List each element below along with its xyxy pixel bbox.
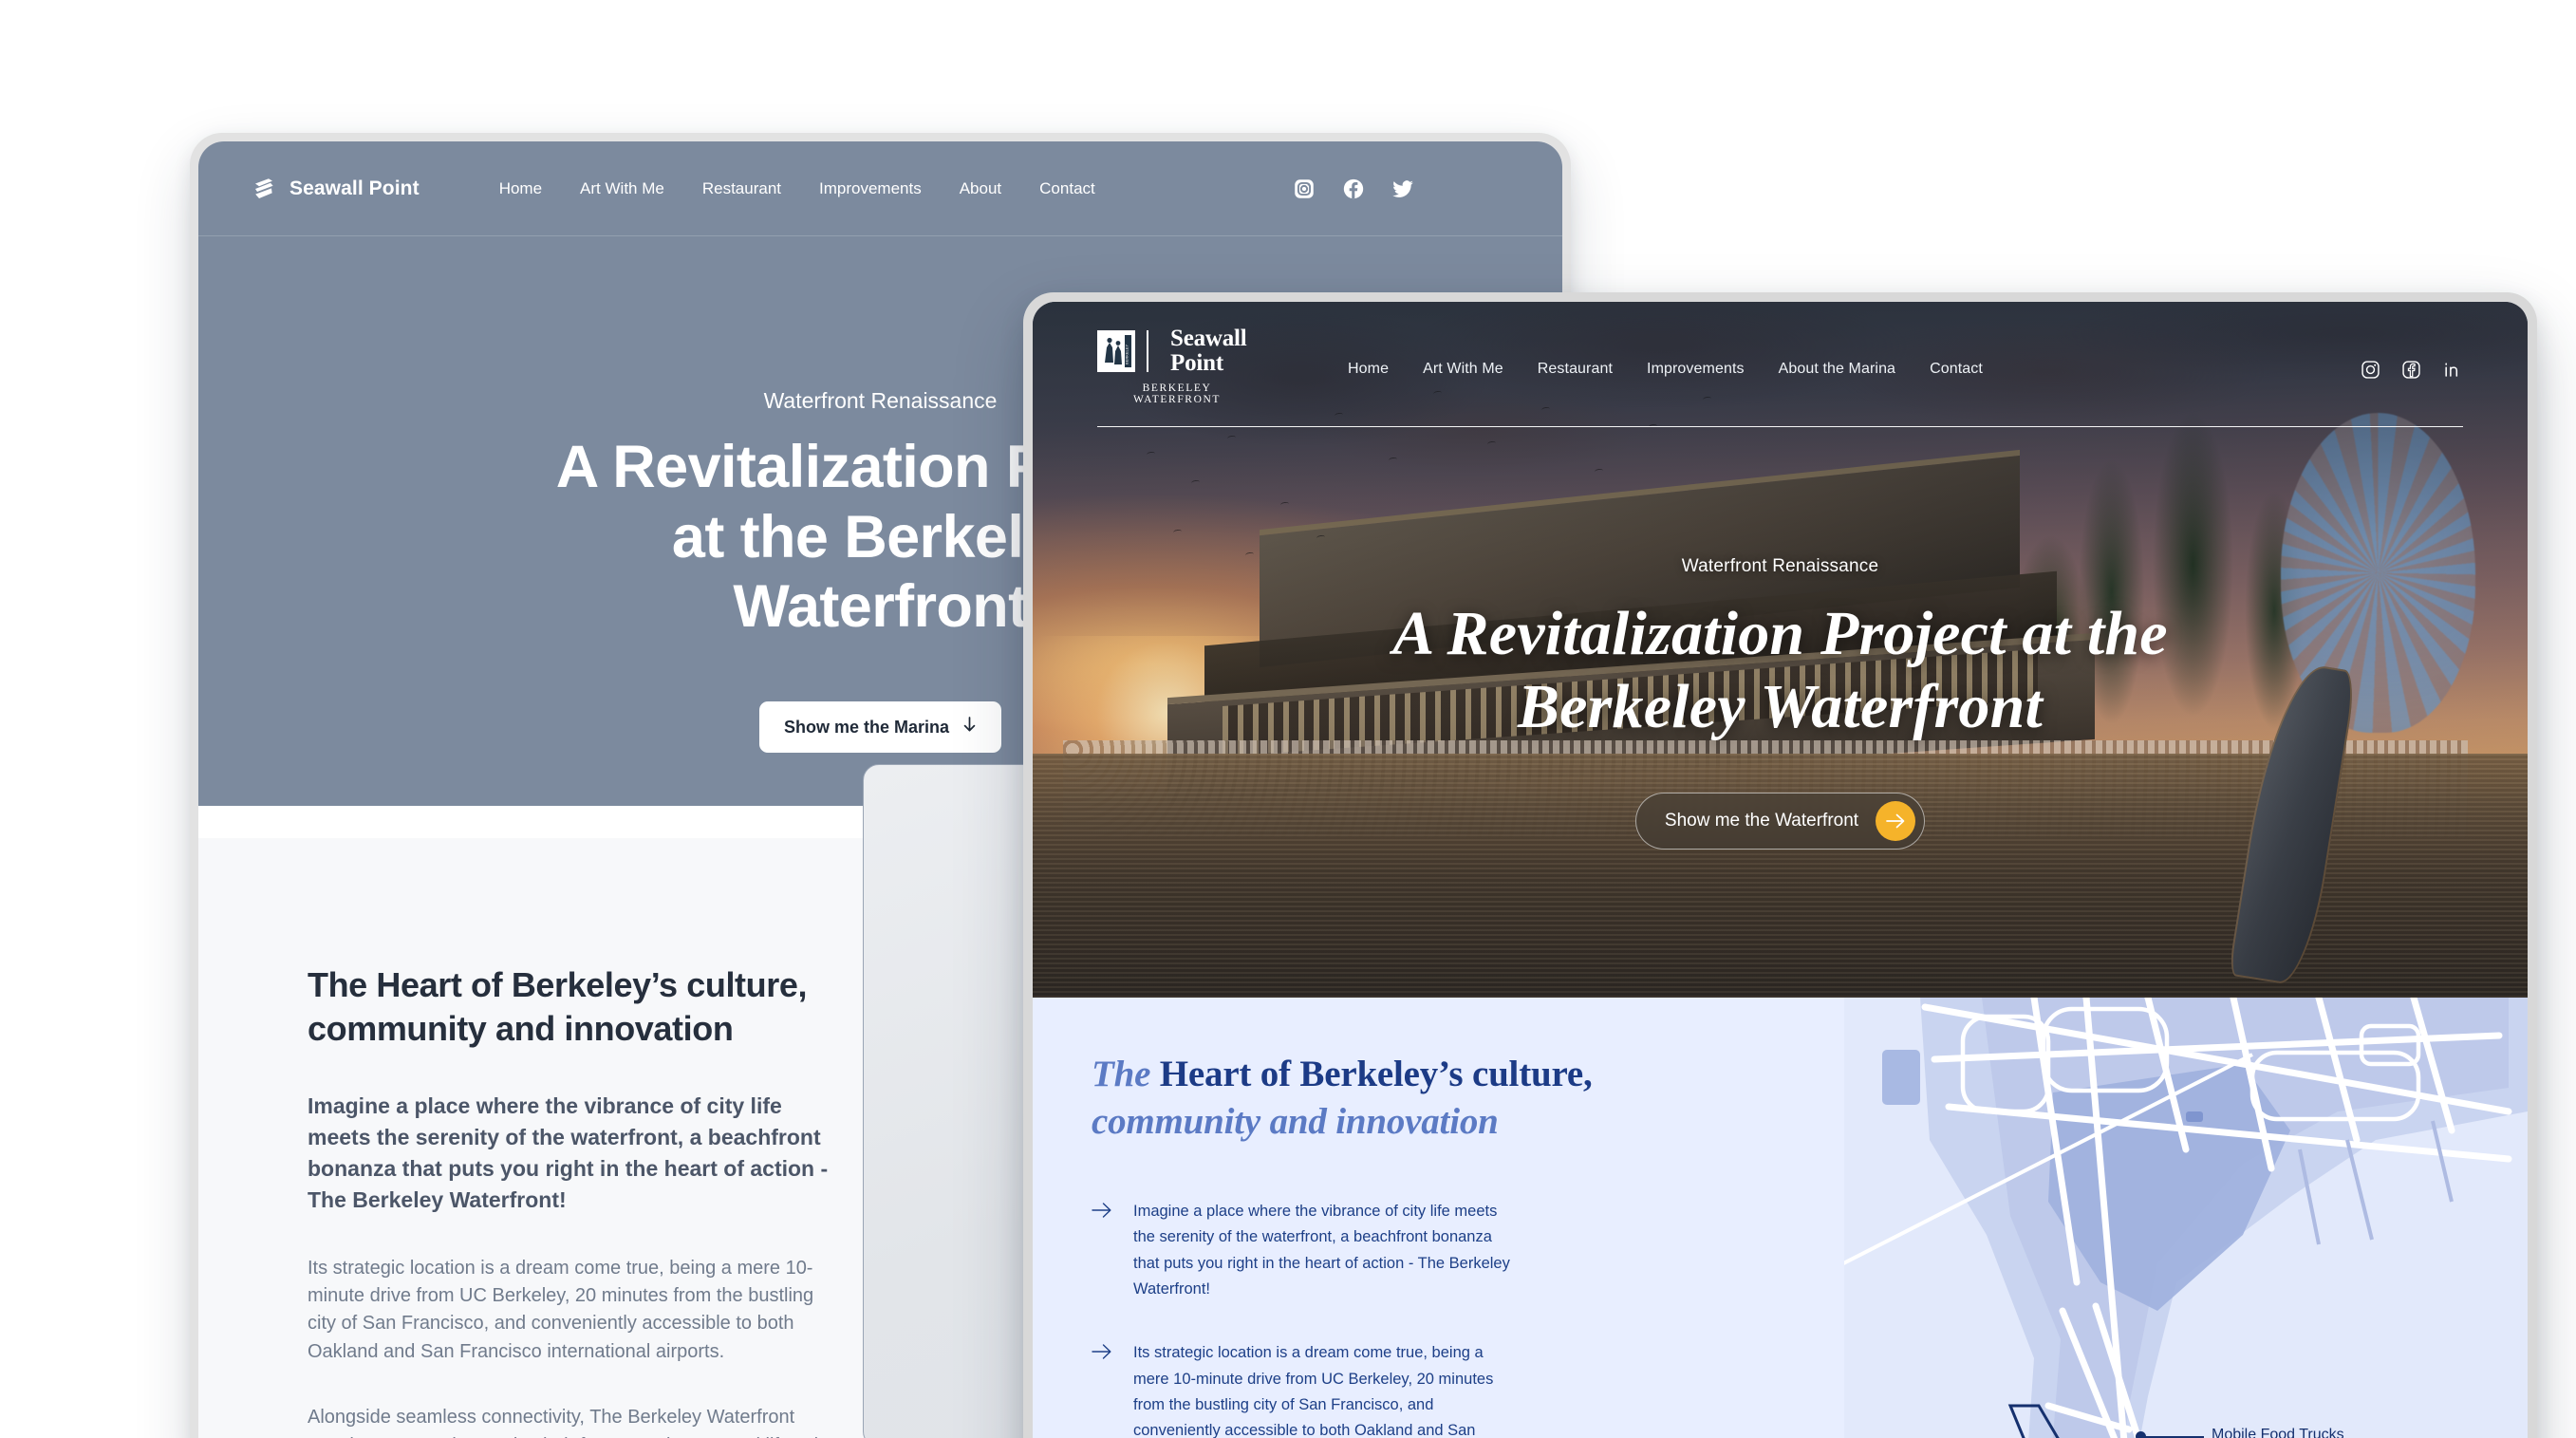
back-lead-paragraph: Imagine a place where the vibrance of ci… [308,1093,829,1213]
screenshot-canvas: Seawall Point Home Art With Me Restauran… [0,0,2576,1438]
front-hero-title: A Revitalization Project at the Berkeley… [1090,598,2471,743]
back-brand-name: Seawall Point [289,177,420,199]
linkedin-icon[interactable] [2441,359,2463,381]
back-nav-item-about[interactable]: About [960,179,1001,198]
front-show-me-the-waterfront-button[interactable]: Show me the Waterfront [1634,793,1926,850]
front-navbar-rule [1097,425,2463,427]
back-cta-label: Show me the Marina [783,717,950,737]
back-navbar: Seawall Point Home Art With Me Restauran… [198,141,1562,236]
front-nav-item-restaurant[interactable]: Restaurant [1538,361,1613,378]
front-cta-label: Show me the Waterfront [1664,811,1859,831]
facebook-icon[interactable] [1341,177,1366,201]
back-nav-menu: Home Art With Me Restaurant Improvements… [499,179,1095,198]
front-nav-item-art-with-me[interactable]: Art With Me [1423,361,1503,378]
back-nav-item-improvements[interactable]: Improvements [819,179,922,198]
front-hero-content: Waterfront Renaissance A Revitalization … [1033,556,2528,850]
back-show-me-the-marina-button[interactable]: Show me the Marina [758,701,1002,754]
back-brand[interactable]: Seawall Point [251,176,420,202]
brand-divider [1147,329,1148,372]
back-nav-item-home[interactable]: Home [499,179,542,198]
front-bullet-text: Its strategic location is a dream come t… [1133,1344,1494,1438]
back-hero-title-line3: Waterfront [733,573,1028,641]
back-social-links [1292,177,1510,201]
back-paragraph-3: Alongside seamless connectivity, The Ber… [308,1407,834,1438]
front-hero-title-line1: A Revitalization Project at the [1392,599,2168,668]
front-social-links [2360,359,2463,381]
map-label: Mobile Food Trucks [2212,1427,2344,1438]
arrow-right-thin-icon [1092,1343,1112,1438]
map-leader-line [2145,1436,2204,1438]
front-brand-tagline: BERKELEY WATERFRONT [1132,382,1222,405]
arrow-right-icon [1876,801,1916,842]
front-nav-item-contact[interactable]: Contact [1930,361,1983,378]
front-bullet-text: Imagine a place where the vibrance of ci… [1133,1202,1510,1298]
facebook-icon[interactable] [2400,359,2422,381]
front-bullet-list: Imagine a place where the vibrance of ci… [1092,1199,1621,1438]
front-heading-line2: community and innovation [1092,1100,1499,1142]
front-brand-name: Seawall Point [1170,327,1247,376]
twitter-icon[interactable] [1391,177,1415,201]
front-bullet-item: Its strategic location is a dream come t… [1092,1340,1621,1438]
front-device-screen: BERKELEY Seawall Point BERKELEY WATERFRO… [1033,302,2528,1438]
instagram-icon[interactable] [1292,177,1316,201]
back-paragraph-2: Its strategic location is a dream come t… [308,1257,814,1362]
front-heading-rest: Heart of Berkeley’s culture, [1159,1054,1593,1094]
front-hero-eyebrow: Waterfront Renaissance [1681,556,1879,576]
front-text-column: The Heart of Berkeley’s culture, communi… [1033,998,1621,1438]
svg-text:BERKELEY: BERKELEY [1125,344,1129,364]
front-brand[interactable]: BERKELEY Seawall Point BERKELEY WATERFRO… [1096,327,1257,405]
front-brand-line2: Point [1170,349,1223,376]
back-content-heading: The Heart of Berkeley’s culture, communi… [308,963,839,1051]
front-navbar: BERKELEY Seawall Point BERKELEY WATERFRO… [1033,302,2528,405]
waterfront-map [1844,998,2528,1438]
front-bullet-item: Imagine a place where the vibrance of ci… [1092,1199,1621,1303]
front-content-section: The Heart of Berkeley’s culture, communi… [1033,998,2528,1438]
back-nav-item-restaurant[interactable]: Restaurant [702,179,781,198]
front-nav-menu: Home Art With Me Restaurant Improvements… [1348,361,1983,378]
front-nav-item-about-the-marina[interactable]: About the Marina [1779,361,1895,378]
arrow-down-icon [962,717,977,738]
front-brand-line1: Seawall [1170,326,1247,351]
front-hero-section: BERKELEY Seawall Point BERKELEY WATERFRO… [1033,302,2528,998]
back-heading-line2: community and innovation [308,1009,734,1049]
front-device-frame: BERKELEY Seawall Point BERKELEY WATERFRO… [1023,292,2537,1438]
arrow-right-thin-icon [1092,1202,1112,1303]
instagram-icon[interactable] [2360,359,2381,381]
front-hero-title-line2: Berkeley Waterfront [1517,671,2044,741]
city-of-berkeley-seal-icon: BERKELEY [1096,328,1136,373]
front-nav-item-home[interactable]: Home [1348,361,1389,378]
seawall-stripes-logo-icon [251,176,277,202]
back-nav-item-art-with-me[interactable]: Art With Me [580,179,664,198]
back-heading-line1: The Heart of Berkeley’s culture, [308,965,808,1004]
front-nav-item-improvements[interactable]: Improvements [1647,361,1745,378]
back-nav-item-contact[interactable]: Contact [1039,179,1095,198]
front-heading-the: The [1092,1054,1160,1094]
front-content-heading: The Heart of Berkeley’s culture, communi… [1092,1051,1621,1146]
